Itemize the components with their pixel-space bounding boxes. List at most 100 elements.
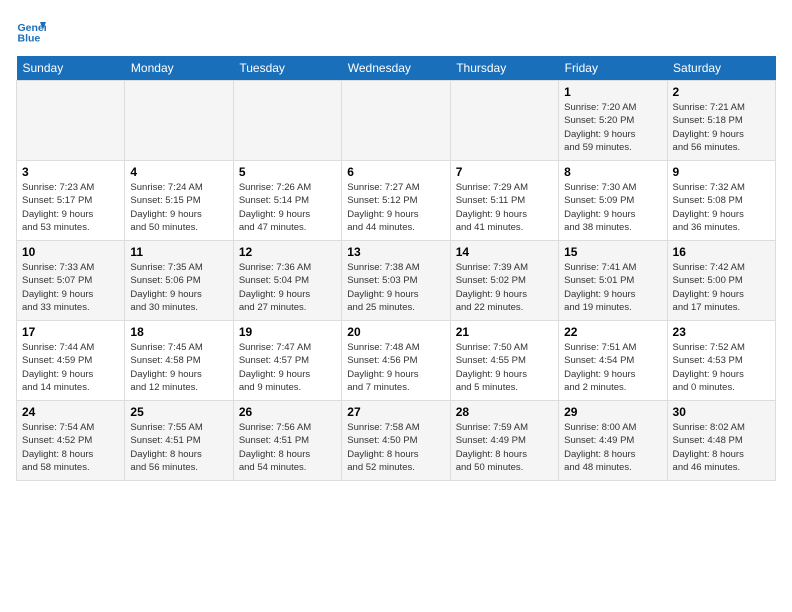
day-number: 23 xyxy=(673,325,770,339)
calendar-week-row: 3 Sunrise: 7:23 AM Sunset: 5:17 PM Daylig… xyxy=(17,161,776,241)
weekday-header: Friday xyxy=(559,56,667,81)
day-info: Sunrise: 7:20 AM Sunset: 5:20 PM Dayligh… xyxy=(564,101,661,154)
calendar-week-row: 24Sunrise: 7:54 AM Sunset: 4:52 PM Dayli… xyxy=(17,401,776,481)
calendar-cell: 19 Sunrise: 7:47 AM Sunset: 4:57 PM Dayli… xyxy=(233,321,341,401)
day-number: 19 xyxy=(239,325,336,339)
day-number: 8 xyxy=(564,165,661,179)
day-number: 30 xyxy=(673,405,770,419)
calendar-cell: 27 Sunrise: 7:58 AM Sunset: 4:50 PM Dayli… xyxy=(342,401,450,481)
day-number: 16 xyxy=(673,245,770,259)
calendar-cell xyxy=(450,81,558,161)
calendar-cell xyxy=(233,81,341,161)
calendar-cell: 22Sunrise: 7:51 AM Sunset: 4:54 PM Dayli… xyxy=(559,321,667,401)
day-info: Sunrise: 7:55 AM Sunset: 4:51 PM Dayligh… xyxy=(130,421,227,474)
day-info: Sunrise: 7:26 AM Sunset: 5:14 PM Dayligh… xyxy=(239,181,336,234)
day-number: 21 xyxy=(456,325,553,339)
calendar-cell: 1 Sunrise: 7:20 AM Sunset: 5:20 PM Daylig… xyxy=(559,81,667,161)
calendar-cell: 9Sunrise: 7:32 AM Sunset: 5:08 PM Daylig… xyxy=(667,161,775,241)
calendar-cell: 14 Sunrise: 7:39 AM Sunset: 5:02 PM Dayli… xyxy=(450,241,558,321)
day-number: 5 xyxy=(239,165,336,179)
day-number: 20 xyxy=(347,325,444,339)
day-number: 26 xyxy=(239,405,336,419)
day-info: Sunrise: 7:35 AM Sunset: 5:06 PM Dayligh… xyxy=(130,261,227,314)
day-info: Sunrise: 7:36 AM Sunset: 5:04 PM Dayligh… xyxy=(239,261,336,314)
day-info: Sunrise: 7:47 AM Sunset: 4:57 PM Dayligh… xyxy=(239,341,336,394)
calendar-cell: 11 Sunrise: 7:35 AM Sunset: 5:06 PM Dayli… xyxy=(125,241,233,321)
day-info: Sunrise: 7:42 AM Sunset: 5:00 PM Dayligh… xyxy=(673,261,770,314)
calendar-cell: 25 Sunrise: 7:55 AM Sunset: 4:51 PM Dayli… xyxy=(125,401,233,481)
day-number: 25 xyxy=(130,405,227,419)
logo-icon: General Blue xyxy=(16,16,46,46)
logo: General Blue xyxy=(16,16,50,46)
day-number: 3 xyxy=(22,165,119,179)
weekday-header: Saturday xyxy=(667,56,775,81)
calendar-table: SundayMondayTuesdayWednesdayThursdayFrid… xyxy=(16,56,776,481)
calendar-cell: 16 Sunrise: 7:42 AM Sunset: 5:00 PM Dayli… xyxy=(667,241,775,321)
calendar-cell: 20Sunrise: 7:48 AM Sunset: 4:56 PM Dayli… xyxy=(342,321,450,401)
calendar-cell: 28Sunrise: 7:59 AM Sunset: 4:49 PM Dayli… xyxy=(450,401,558,481)
weekday-header: Wednesday xyxy=(342,56,450,81)
weekday-header: Monday xyxy=(125,56,233,81)
day-number: 29 xyxy=(564,405,661,419)
day-number: 11 xyxy=(130,245,227,259)
day-number: 10 xyxy=(22,245,119,259)
weekday-header: Thursday xyxy=(450,56,558,81)
day-info: Sunrise: 7:58 AM Sunset: 4:50 PM Dayligh… xyxy=(347,421,444,474)
day-number: 27 xyxy=(347,405,444,419)
calendar-cell xyxy=(125,81,233,161)
day-number: 15 xyxy=(564,245,661,259)
day-number: 18 xyxy=(130,325,227,339)
day-info: Sunrise: 7:41 AM Sunset: 5:01 PM Dayligh… xyxy=(564,261,661,314)
day-info: Sunrise: 7:23 AM Sunset: 5:17 PM Dayligh… xyxy=(22,181,119,234)
calendar-cell: 6 Sunrise: 7:27 AM Sunset: 5:12 PM Daylig… xyxy=(342,161,450,241)
day-number: 22 xyxy=(564,325,661,339)
weekday-header: Sunday xyxy=(17,56,125,81)
day-number: 13 xyxy=(347,245,444,259)
day-number: 6 xyxy=(347,165,444,179)
calendar-cell: 8 Sunrise: 7:30 AM Sunset: 5:09 PM Daylig… xyxy=(559,161,667,241)
calendar-week-row: 17 Sunrise: 7:44 AM Sunset: 4:59 PM Dayli… xyxy=(17,321,776,401)
calendar-cell: 7 Sunrise: 7:29 AM Sunset: 5:11 PM Daylig… xyxy=(450,161,558,241)
calendar-header: SundayMondayTuesdayWednesdayThursdayFrid… xyxy=(17,56,776,81)
day-info: Sunrise: 7:52 AM Sunset: 4:53 PM Dayligh… xyxy=(673,341,770,394)
day-info: Sunrise: 7:33 AM Sunset: 5:07 PM Dayligh… xyxy=(22,261,119,314)
day-number: 12 xyxy=(239,245,336,259)
day-info: Sunrise: 7:30 AM Sunset: 5:09 PM Dayligh… xyxy=(564,181,661,234)
calendar-cell: 12 Sunrise: 7:36 AM Sunset: 5:04 PM Dayli… xyxy=(233,241,341,321)
calendar-cell: 29 Sunrise: 8:00 AM Sunset: 4:49 PM Dayli… xyxy=(559,401,667,481)
day-number: 1 xyxy=(564,85,661,99)
day-info: Sunrise: 7:44 AM Sunset: 4:59 PM Dayligh… xyxy=(22,341,119,394)
day-number: 14 xyxy=(456,245,553,259)
day-info: Sunrise: 7:56 AM Sunset: 4:51 PM Dayligh… xyxy=(239,421,336,474)
day-info: Sunrise: 7:50 AM Sunset: 4:55 PM Dayligh… xyxy=(456,341,553,394)
day-number: 24 xyxy=(22,405,119,419)
day-number: 17 xyxy=(22,325,119,339)
day-info: Sunrise: 7:38 AM Sunset: 5:03 PM Dayligh… xyxy=(347,261,444,314)
calendar-cell: 13 Sunrise: 7:38 AM Sunset: 5:03 PM Dayli… xyxy=(342,241,450,321)
day-info: Sunrise: 7:24 AM Sunset: 5:15 PM Dayligh… xyxy=(130,181,227,234)
day-info: Sunrise: 7:29 AM Sunset: 5:11 PM Dayligh… xyxy=(456,181,553,234)
day-number: 4 xyxy=(130,165,227,179)
calendar-cell: 15 Sunrise: 7:41 AM Sunset: 5:01 PM Dayli… xyxy=(559,241,667,321)
calendar-cell: 17 Sunrise: 7:44 AM Sunset: 4:59 PM Dayli… xyxy=(17,321,125,401)
weekday-header: Tuesday xyxy=(233,56,341,81)
day-info: Sunrise: 7:21 AM Sunset: 5:18 PM Dayligh… xyxy=(673,101,770,154)
calendar-cell: 3 Sunrise: 7:23 AM Sunset: 5:17 PM Daylig… xyxy=(17,161,125,241)
day-number: 7 xyxy=(456,165,553,179)
calendar-cell: 21 Sunrise: 7:50 AM Sunset: 4:55 PM Dayli… xyxy=(450,321,558,401)
svg-text:Blue: Blue xyxy=(18,33,41,45)
calendar-cell: 26 Sunrise: 7:56 AM Sunset: 4:51 PM Dayli… xyxy=(233,401,341,481)
calendar-cell: 10 Sunrise: 7:33 AM Sunset: 5:07 PM Dayli… xyxy=(17,241,125,321)
calendar-cell: 18Sunrise: 7:45 AM Sunset: 4:58 PM Dayli… xyxy=(125,321,233,401)
calendar-cell: 24Sunrise: 7:54 AM Sunset: 4:52 PM Dayli… xyxy=(17,401,125,481)
day-number: 2 xyxy=(673,85,770,99)
day-info: Sunrise: 8:00 AM Sunset: 4:49 PM Dayligh… xyxy=(564,421,661,474)
calendar-cell: 4 Sunrise: 7:24 AM Sunset: 5:15 PM Daylig… xyxy=(125,161,233,241)
calendar-week-row: 10 Sunrise: 7:33 AM Sunset: 5:07 PM Dayli… xyxy=(17,241,776,321)
day-info: Sunrise: 7:32 AM Sunset: 5:08 PM Dayligh… xyxy=(673,181,770,234)
page-header: General Blue xyxy=(16,16,776,46)
calendar-cell: 2 Sunrise: 7:21 AM Sunset: 5:18 PM Daylig… xyxy=(667,81,775,161)
day-info: Sunrise: 7:39 AM Sunset: 5:02 PM Dayligh… xyxy=(456,261,553,314)
calendar-cell: 30Sunrise: 8:02 AM Sunset: 4:48 PM Dayli… xyxy=(667,401,775,481)
day-info: Sunrise: 7:27 AM Sunset: 5:12 PM Dayligh… xyxy=(347,181,444,234)
